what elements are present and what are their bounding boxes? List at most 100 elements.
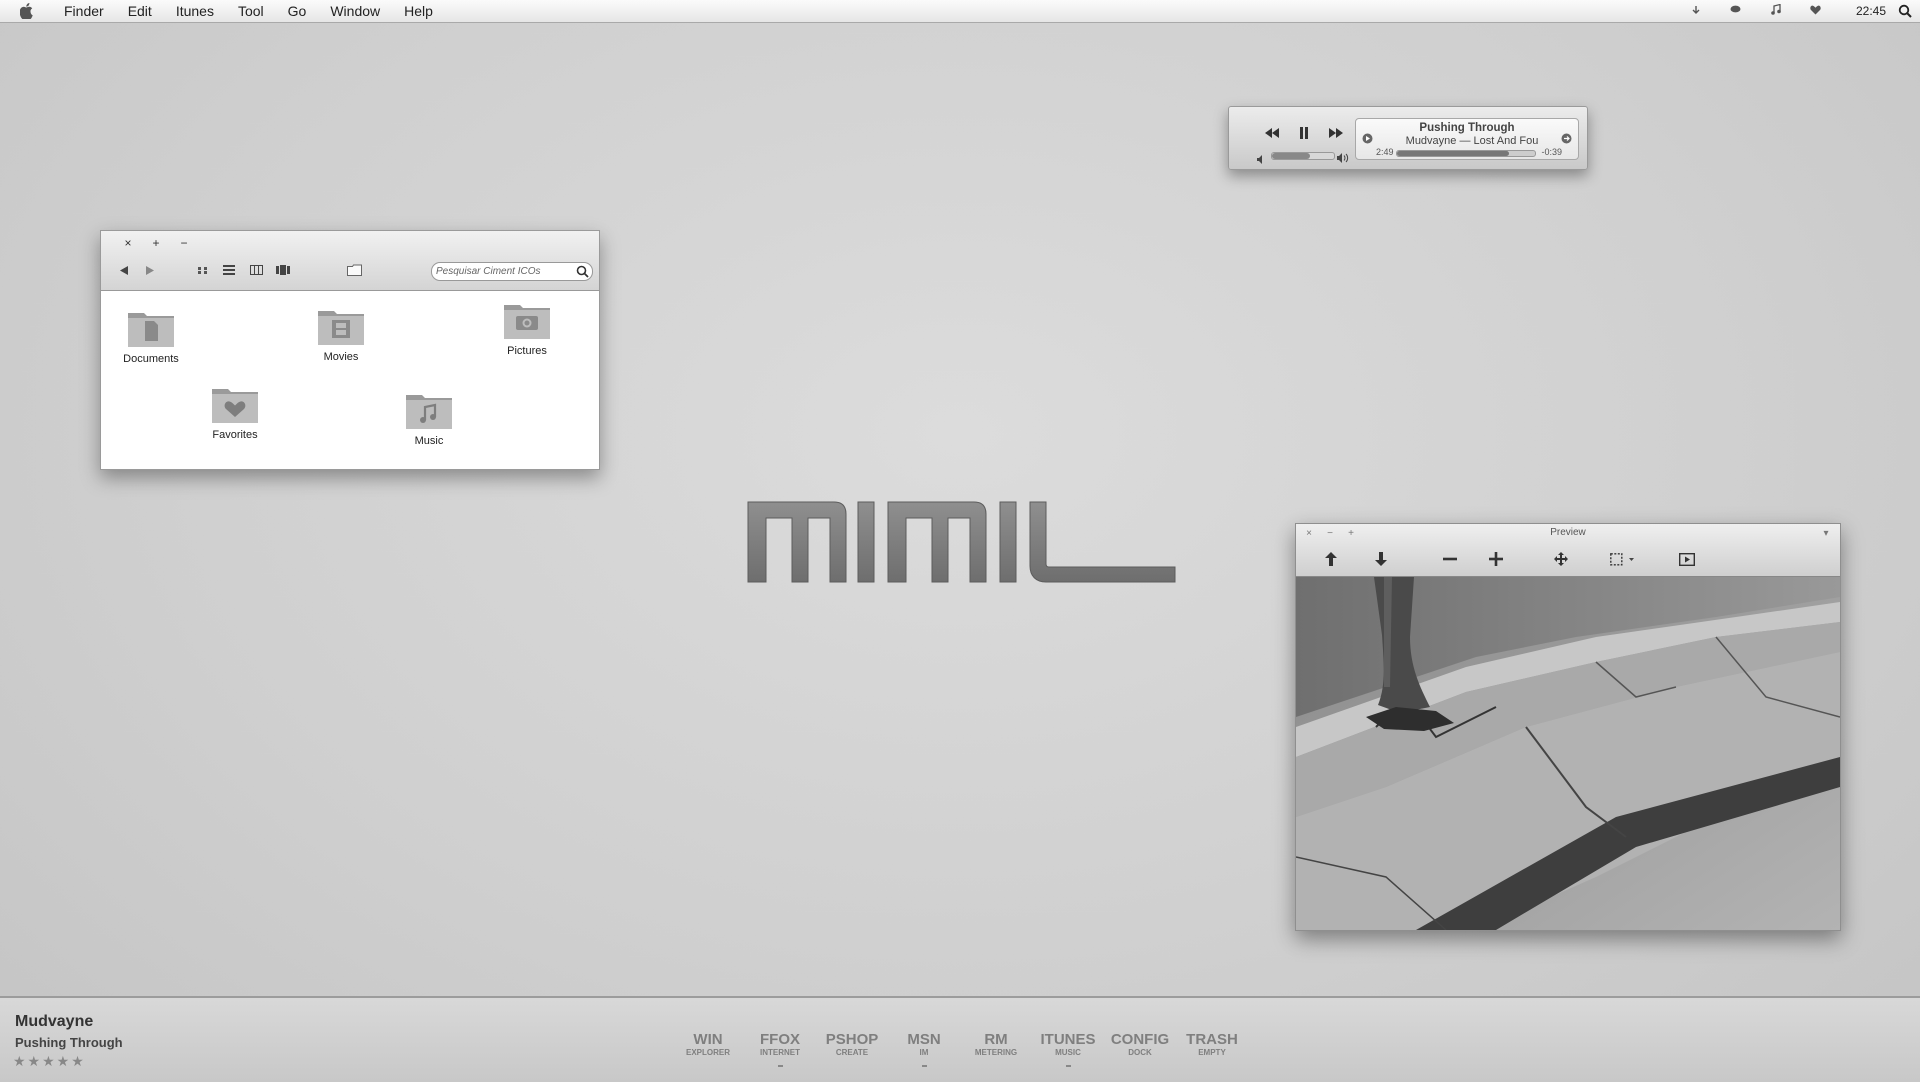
dock-item-trash[interactable]: TRASH EMPTY	[1176, 1031, 1248, 1057]
apple-icon[interactable]	[18, 2, 36, 20]
track-progress-bar[interactable]	[1396, 150, 1536, 157]
rewind-icon[interactable]	[1261, 125, 1283, 141]
dock-item-label: TRASH	[1186, 1031, 1238, 1048]
search-icon[interactable]	[576, 265, 589, 278]
dock-item-sublabel: DOCK	[1128, 1048, 1152, 1057]
new-folder-icon[interactable]	[345, 262, 363, 278]
itunes-mini-player: Pushing Through Mudvayne — Lost And Fou …	[1228, 106, 1588, 170]
track-artist-album: Mudvayne — Lost And Fou	[1405, 135, 1539, 147]
back-icon[interactable]	[115, 262, 133, 278]
select-icon[interactable]	[1606, 550, 1640, 568]
volume-slider[interactable]	[1271, 152, 1335, 160]
zoom-button[interactable]: +	[148, 235, 164, 251]
remaining-time: -0:39	[1541, 147, 1562, 157]
dock-item-sublabel: INTERNET	[760, 1048, 800, 1057]
heart-folder-icon	[185, 383, 285, 425]
folder-label: Music	[414, 435, 444, 447]
finder-toolbar: × + −	[101, 231, 599, 291]
chat-icon[interactable]	[1716, 5, 1756, 17]
elapsed-time: 2:49	[1376, 147, 1394, 157]
folder-documents[interactable]: Documents	[101, 307, 201, 365]
list-view-icon[interactable]	[220, 262, 238, 278]
dock-item-ffox[interactable]: FFOX INTERNET	[744, 1031, 816, 1067]
dock-item-sublabel: METERING	[974, 1048, 1018, 1057]
heart-icon[interactable]	[1796, 5, 1836, 18]
dock-item-sublabel: IM	[919, 1048, 929, 1057]
folder-label: Favorites	[212, 429, 258, 441]
preview-toolbar: × − + Preview ▾	[1296, 524, 1840, 577]
search-field[interactable]	[431, 262, 593, 281]
dock-item-msn[interactable]: MSN IM	[888, 1031, 960, 1067]
dock-item-label: FFOX	[760, 1031, 800, 1048]
icon-view-icon[interactable]	[193, 262, 211, 278]
spotlight-icon[interactable]	[1896, 2, 1914, 20]
film-folder-icon	[291, 305, 391, 347]
menu-help[interactable]: Help	[392, 0, 445, 22]
close-button[interactable]: ×	[120, 235, 136, 251]
dock-item-sublabel: CREATE	[835, 1048, 869, 1057]
menu-tool[interactable]: Tool	[226, 0, 276, 22]
zoom-in-icon[interactable]	[1485, 550, 1507, 568]
dock-item-sublabel: MUSIC	[1055, 1048, 1081, 1057]
menu-finder[interactable]: Finder	[52, 0, 116, 22]
folder-label: Pictures	[507, 345, 547, 357]
volume-high-icon	[1337, 150, 1350, 168]
dock-item-config[interactable]: CONFIG DOCK	[1104, 1031, 1176, 1057]
folder-pictures[interactable]: Pictures	[477, 299, 577, 357]
slideshow-icon[interactable]	[1676, 550, 1698, 568]
track-title: Pushing Through	[1419, 122, 1515, 134]
dock-item-label: ITUNES	[1040, 1031, 1096, 1048]
dock-item-pshop[interactable]: PSHOP CREATE	[816, 1031, 888, 1057]
clock[interactable]: 22:45	[1856, 4, 1886, 18]
upload-icon[interactable]	[1320, 550, 1342, 568]
dock-item-label: PSHOP	[825, 1031, 879, 1048]
music-note-icon[interactable]	[1756, 3, 1796, 18]
pause-icon[interactable]	[1293, 125, 1315, 141]
preview-window: × − + Preview ▾	[1295, 523, 1841, 931]
dock-item-sublabel: EMPTY	[1198, 1048, 1226, 1057]
move-icon[interactable]	[1550, 550, 1572, 568]
preview-image	[1295, 577, 1841, 931]
menu-edit[interactable]: Edit	[116, 0, 164, 22]
dock-item-label: WIN	[693, 1031, 723, 1048]
now-playing-artist: Mudvayne	[15, 1013, 94, 1030]
dock-item-label: CONFIG	[1110, 1031, 1170, 1048]
folder-movies[interactable]: Movies	[291, 305, 391, 363]
music-folder-icon	[379, 389, 479, 431]
search-input[interactable]	[436, 263, 570, 280]
volume-low-icon	[1257, 151, 1267, 169]
toolbar-toggle-button[interactable]: ▾	[1820, 528, 1832, 539]
document-folder-icon	[101, 307, 201, 349]
forward-icon[interactable]	[141, 262, 159, 278]
camera-folder-icon	[477, 299, 577, 341]
dock-item-win[interactable]: WIN EXPLORER	[672, 1031, 744, 1057]
window-title: Preview	[1550, 527, 1586, 538]
dock-item-label: MSN	[907, 1031, 941, 1048]
download-icon[interactable]	[1676, 5, 1716, 18]
menu-go[interactable]: Go	[276, 0, 319, 22]
now-playing-display: Pushing Through Mudvayne — Lost And Fou …	[1355, 118, 1579, 160]
zoom-out-icon[interactable]	[1439, 550, 1461, 568]
rating-stars[interactable]: ★★★★★	[13, 1053, 86, 1070]
dock-bar: Mudvayne Pushing Through ★★★★★ WIN EXPLO…	[0, 996, 1920, 1082]
finder-window: × + − Pesquisar Ciment ICOs Documents Mo…	[100, 230, 600, 470]
play-status-icon[interactable]	[1362, 133, 1373, 147]
now-playing-song: Pushing Through	[15, 1035, 123, 1050]
download-icon[interactable]	[1370, 550, 1392, 568]
fast-forward-icon[interactable]	[1325, 125, 1347, 141]
folder-label: Documents	[123, 353, 179, 365]
menu-itunes[interactable]: Itunes	[164, 0, 226, 22]
dock-item-rm[interactable]: RM METERING	[960, 1031, 1032, 1057]
folder-favorites[interactable]: Favorites	[185, 383, 285, 441]
column-view-icon[interactable]	[247, 262, 265, 278]
menu-window[interactable]: Window	[318, 0, 392, 22]
running-indicator	[777, 1065, 783, 1067]
minimize-button[interactable]: −	[176, 235, 192, 251]
coverflow-view-icon[interactable]	[274, 262, 292, 278]
dock-item-label: RM	[984, 1031, 1008, 1048]
dock-item-itunes[interactable]: ITUNES MUSIC	[1032, 1031, 1104, 1067]
snapback-icon[interactable]	[1561, 133, 1572, 147]
folder-label: Movies	[323, 351, 359, 363]
folder-music[interactable]: Music	[379, 389, 479, 447]
running-indicator	[921, 1065, 927, 1067]
